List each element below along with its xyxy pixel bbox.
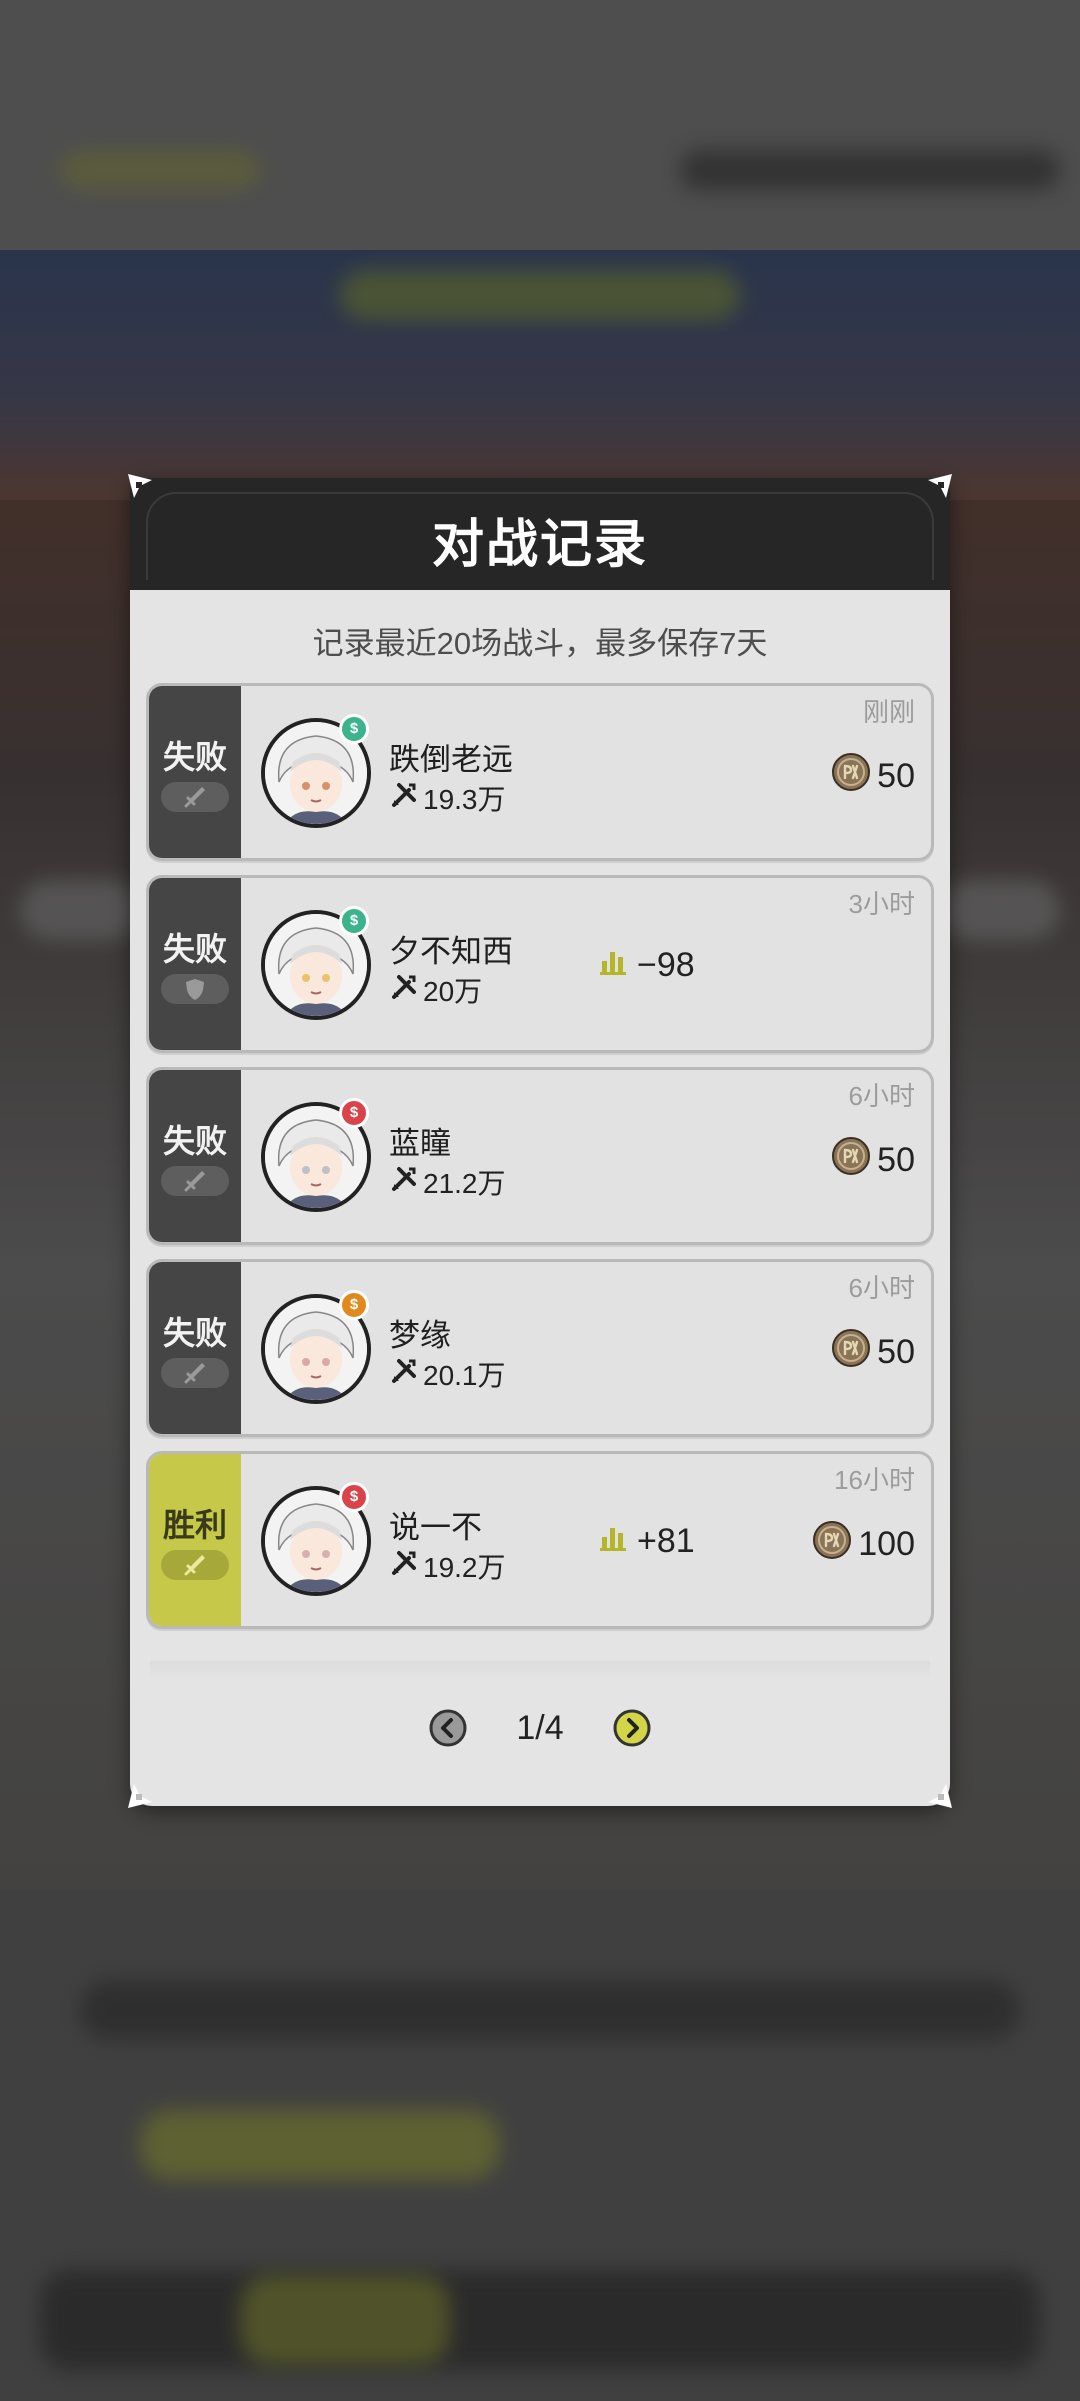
combat-power: 20万 xyxy=(389,970,482,1010)
result-label: 失败 xyxy=(162,739,227,775)
coin-reward: 50 xyxy=(831,1136,915,1185)
dialog-subtitle: 记录最近20场战斗，最多保存7天 xyxy=(312,626,768,661)
result-label: 失败 xyxy=(162,1315,227,1351)
player-name: 跌倒老远 xyxy=(389,742,513,777)
sword-icon xyxy=(161,1358,229,1388)
coin-value: 100 xyxy=(858,1525,915,1563)
result-label: 胜利 xyxy=(162,1507,227,1543)
crossed-swords-icon xyxy=(389,780,419,817)
chevron-left-icon xyxy=(429,1709,467,1747)
player-name: 说一不 xyxy=(389,1510,482,1545)
sword-icon xyxy=(161,1166,229,1196)
record-time: 16小时 xyxy=(834,1465,915,1495)
result-label: 失败 xyxy=(162,1123,227,1159)
result-strip: 失败 xyxy=(149,1070,241,1242)
record-card[interactable]: 失败 $ 跌倒老远 19.3万 刚刚 50 xyxy=(146,683,934,861)
bar-chart-icon xyxy=(599,1522,627,1561)
record-card[interactable]: 失败 $ 梦缘 20.1万 6小时 50 xyxy=(146,1259,934,1437)
rank-score-change: −98 xyxy=(599,946,695,985)
combat-power: 19.3万 xyxy=(389,778,506,818)
crossed-swords-icon xyxy=(389,1164,419,1201)
pagination: 1/4 xyxy=(130,1698,950,1758)
battle-record-dialog: 对战记录 记录最近20场战斗，最多保存7天 失败 $ 跌倒老远 19.3万 刚刚… xyxy=(128,474,952,1808)
record-time: 刚刚 xyxy=(862,697,915,727)
score-value: −98 xyxy=(637,946,695,984)
sword-icon xyxy=(161,1550,229,1580)
record-time: 3小时 xyxy=(848,889,915,919)
rank-badge-icon: $ xyxy=(339,1482,369,1512)
combat-power-value: 20万 xyxy=(423,976,483,1007)
medal-coin-icon xyxy=(831,752,871,801)
result-strip: 失败 xyxy=(149,878,241,1050)
result-strip: 失败 xyxy=(149,1262,241,1434)
crossed-swords-icon xyxy=(389,972,419,1009)
result-strip: 失败 xyxy=(149,686,241,858)
coin-value: 50 xyxy=(877,1333,915,1371)
crossed-swords-icon xyxy=(389,1356,419,1393)
coin-value: 50 xyxy=(877,757,915,795)
rank-badge-icon: $ xyxy=(339,714,369,744)
combat-power-value: 19.3万 xyxy=(423,784,506,815)
prev-page-button[interactable] xyxy=(428,1708,468,1748)
record-time: 6小时 xyxy=(848,1081,915,1111)
combat-power-value: 20.1万 xyxy=(423,1360,506,1391)
dialog-title: 对战记录 xyxy=(431,516,648,574)
bar-chart-icon xyxy=(599,946,627,985)
dialog-header: 对战记录 xyxy=(130,478,950,590)
player-name: 梦缘 xyxy=(389,1318,451,1353)
rank-badge-icon: $ xyxy=(339,1098,369,1128)
combat-power-value: 21.2万 xyxy=(423,1168,506,1199)
record-time: 6小时 xyxy=(848,1273,915,1303)
score-value: +81 xyxy=(637,1522,695,1560)
corner-ornament-icon xyxy=(926,1782,954,1810)
coin-value: 50 xyxy=(877,1141,915,1179)
result-label: 失败 xyxy=(162,931,227,967)
rank-score-change: +81 xyxy=(599,1522,695,1561)
medal-coin-icon xyxy=(812,1520,852,1569)
combat-power-value: 19.2万 xyxy=(423,1552,506,1583)
medal-coin-icon xyxy=(831,1136,871,1185)
crossed-swords-icon xyxy=(389,1548,419,1585)
combat-power: 21.2万 xyxy=(389,1162,506,1202)
page-indicator: 1/4 xyxy=(516,1708,564,1747)
player-name: 夕不知西 xyxy=(389,934,513,969)
coin-reward: 50 xyxy=(831,752,915,801)
corner-ornament-icon xyxy=(126,1782,154,1810)
result-strip: 胜利 xyxy=(149,1454,241,1626)
combat-power: 19.2万 xyxy=(389,1546,506,1586)
sword-icon xyxy=(161,782,229,812)
combat-power: 20.1万 xyxy=(389,1354,506,1394)
record-card[interactable]: 失败 $ 蓝瞳 21.2万 6小时 50 xyxy=(146,1067,934,1245)
medal-coin-icon xyxy=(831,1328,871,1377)
corner-ornament-icon xyxy=(126,472,154,500)
shield-icon xyxy=(161,974,229,1004)
corner-ornament-icon xyxy=(926,472,954,500)
rank-badge-icon: $ xyxy=(339,1290,369,1320)
record-card[interactable]: 胜利 $ 说一不 19.2万 16小时 +81 100 xyxy=(146,1451,934,1629)
chevron-right-icon xyxy=(613,1709,651,1747)
coin-reward: 50 xyxy=(831,1328,915,1377)
player-name: 蓝瞳 xyxy=(389,1126,451,1161)
record-card[interactable]: 失败 $ 夕不知西 20万 3小时 −98 xyxy=(146,875,934,1053)
rank-badge-icon: $ xyxy=(339,906,369,936)
next-page-button[interactable] xyxy=(612,1708,652,1748)
coin-reward: 100 xyxy=(812,1520,915,1569)
